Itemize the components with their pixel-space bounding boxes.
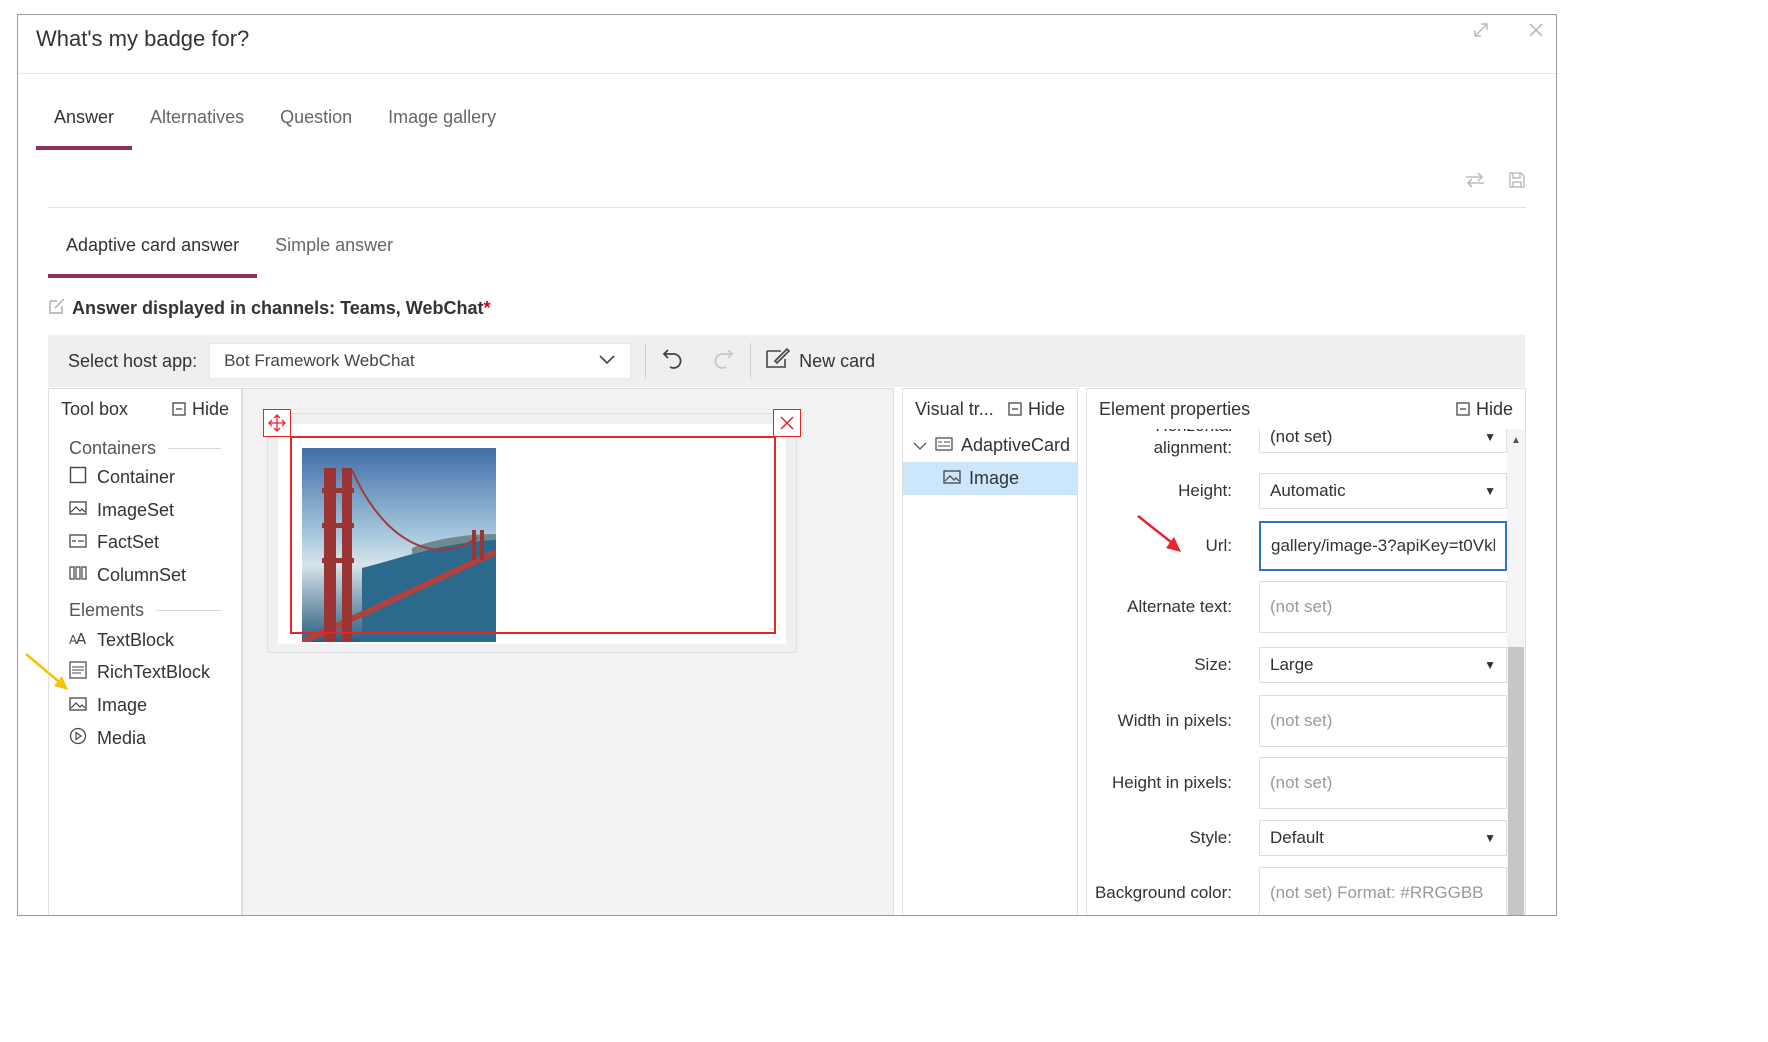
channels-text: Answer displayed in channels: Teams, Web…: [72, 298, 484, 318]
undo-icon[interactable]: [660, 346, 686, 377]
dropdown-arrow-icon: ▼: [1484, 484, 1496, 498]
url-input[interactable]: gallery/image-3?apiKey=t0Vkl: [1259, 521, 1507, 571]
toolbox-item-imageset[interactable]: ImageSet: [69, 494, 241, 527]
adaptivecard-icon: [935, 435, 953, 456]
properties-hide-button[interactable]: Hide: [1456, 399, 1513, 420]
designer-canvas[interactable]: [242, 388, 894, 915]
maximize-icon[interactable]: [1472, 21, 1490, 44]
image-icon: [69, 695, 87, 716]
toolbox-item-container[interactable]: Container: [69, 461, 241, 494]
toolbox-hide-button[interactable]: Hide: [172, 399, 229, 420]
dialog-title: What's my badge for?: [36, 26, 250, 51]
svg-text:A: A: [76, 630, 87, 646]
height-pixels-input[interactable]: (not set): [1259, 757, 1507, 809]
redo-icon[interactable]: [710, 346, 736, 377]
visual-tree-panel: Visual tr... Hide AdaptiveCard Image: [902, 388, 1078, 915]
collapse-icon: [1008, 402, 1022, 416]
yellow-annotation-arrow-icon: [25, 653, 68, 690]
tab-question[interactable]: Question: [262, 97, 370, 137]
visual-tree-title: Visual tr...: [915, 398, 994, 419]
tab-alternatives[interactable]: Alternatives: [132, 97, 262, 137]
main-tabs: Answer Alternatives Question Image galle…: [36, 97, 514, 150]
host-app-label: Select host app:: [68, 350, 198, 371]
imageset-icon: [69, 500, 87, 521]
required-mark: *: [483, 298, 491, 318]
size-select[interactable]: Large ▼: [1259, 647, 1507, 683]
toolbox-item-image[interactable]: Image: [69, 689, 241, 722]
host-app-value: Bot Framework WebChat: [224, 351, 415, 370]
new-card-icon: [765, 347, 791, 376]
edit-icon[interactable]: [48, 297, 66, 320]
toolbox-item-richtextblock[interactable]: RichTextBlock: [69, 656, 241, 689]
scrollbar-thumb[interactable]: [1508, 647, 1524, 915]
square-icon: [69, 466, 87, 489]
host-toolbar: Select host app: Bot Framework WebChat N…: [48, 335, 1525, 387]
prop-background-color: Background color: (not set) Format: #RRG…: [1087, 867, 1507, 915]
move-icon[interactable]: [263, 409, 291, 437]
scroll-up-icon[interactable]: ▲: [1511, 435, 1521, 446]
dropdown-arrow-icon: ▼: [1484, 658, 1496, 672]
properties-scrollbar[interactable]: ▲: [1507, 429, 1525, 915]
alternate-text-input[interactable]: (not set): [1259, 581, 1507, 633]
media-icon: [69, 727, 87, 750]
height-select[interactable]: Automatic ▼: [1259, 473, 1507, 509]
collapse-icon: [1456, 402, 1470, 416]
card-preview: [263, 409, 801, 653]
chevron-down-icon[interactable]: [913, 435, 927, 456]
element-properties-panel: Element properties Hide Horizontal align…: [1086, 388, 1526, 915]
toolbox-title: Tool box: [61, 398, 129, 419]
prop-alternate-text: Alternate text: (not set): [1087, 581, 1507, 633]
dropdown-arrow-icon: ▼: [1484, 430, 1496, 444]
header-divider: [18, 73, 1556, 74]
remove-element-icon[interactable]: [773, 409, 801, 437]
dialog: What's my badge for? Answer Alternatives…: [17, 14, 1557, 916]
toolbox-item-textblock[interactable]: AA TextBlock: [69, 624, 241, 657]
swap-icon[interactable]: [1464, 171, 1486, 194]
textblock-icon: AA: [69, 630, 87, 651]
category-containers: Containers: [69, 435, 241, 461]
tab-answer[interactable]: Answer: [36, 97, 133, 150]
dropdown-arrow-icon: ▼: [1484, 831, 1496, 845]
prop-size: Size: Large ▼: [1087, 647, 1507, 683]
prop-height: Height: Automatic ▼: [1087, 473, 1507, 509]
tree-node-image[interactable]: Image: [903, 462, 1077, 495]
prop-width-pixels: Width in pixels: (not set): [1087, 695, 1507, 747]
columnset-icon: [69, 565, 87, 586]
channels-line: Answer displayed in channels: Teams, Web…: [48, 297, 490, 320]
tab-adaptive-card-answer[interactable]: Adaptive card answer: [48, 225, 258, 278]
toolbox-panel: Tool box Hide Containers Container Image…: [48, 388, 242, 915]
red-annotation-arrow-icon: [1137, 515, 1181, 552]
image-icon: [943, 468, 961, 489]
close-icon[interactable]: [1528, 22, 1544, 43]
horizontal-alignment-select[interactable]: (not set) ▼: [1259, 429, 1507, 453]
host-app-select[interactable]: Bot Framework WebChat: [209, 343, 632, 379]
toolbox-item-columnset[interactable]: ColumnSet: [69, 559, 241, 592]
divider: [48, 207, 1526, 208]
factset-icon: [69, 532, 87, 553]
save-icon[interactable]: [1508, 171, 1526, 194]
answer-type-tabs: Adaptive card answer Simple answer: [48, 225, 411, 278]
tree-node-adaptivecard[interactable]: AdaptiveCard: [903, 429, 1077, 462]
background-color-input[interactable]: (not set) Format: #RRGGBB: [1259, 867, 1507, 915]
width-pixels-input[interactable]: (not set): [1259, 695, 1507, 747]
new-card-button[interactable]: New card: [765, 347, 875, 376]
properties-title: Element properties: [1099, 398, 1251, 419]
prop-horizontal-alignment: Horizontal alignment: (not set) ▼: [1087, 429, 1507, 461]
visual-tree-hide-button[interactable]: Hide: [1008, 399, 1065, 420]
properties-scroll-area: Horizontal alignment: (not set) ▼ Height…: [1087, 429, 1507, 915]
toolbox-item-factset[interactable]: FactSet: [69, 526, 241, 559]
chevron-down-icon: [598, 351, 616, 371]
tab-image-gallery[interactable]: Image gallery: [370, 97, 514, 137]
toolbox-item-media[interactable]: Media: [69, 722, 241, 755]
prop-style: Style: Default ▼: [1087, 820, 1507, 856]
tab-simple-answer[interactable]: Simple answer: [257, 225, 411, 265]
collapse-icon: [172, 402, 186, 416]
category-elements: Elements: [69, 598, 241, 624]
selected-element-outline: [290, 436, 776, 634]
prop-height-pixels: Height in pixels: (not set): [1087, 757, 1507, 809]
style-select[interactable]: Default ▼: [1259, 820, 1507, 856]
